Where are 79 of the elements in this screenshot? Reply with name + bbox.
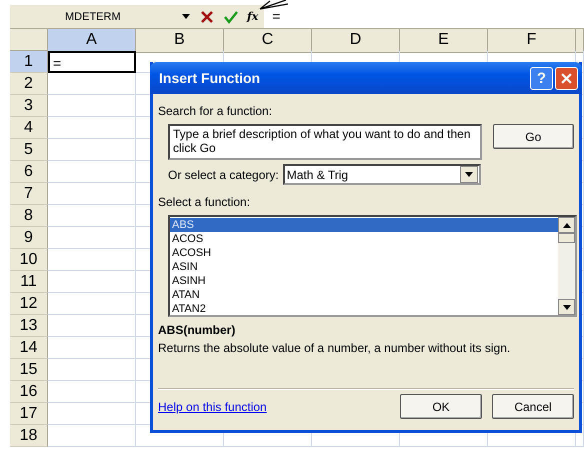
function-list-item[interactable]: ACOSH (170, 246, 558, 260)
spreadsheet-cell[interactable] (48, 139, 136, 161)
scroll-up-icon[interactable] (558, 217, 575, 233)
row-header[interactable]: 1 (10, 51, 48, 73)
row-header[interactable]: 11 (10, 271, 48, 293)
column-header[interactable]: E (400, 29, 488, 53)
insert-function-button[interactable]: fx (247, 10, 258, 23)
spreadsheet-cell[interactable] (48, 293, 136, 315)
scroll-thumb[interactable] (558, 233, 575, 243)
spreadsheet-cell[interactable] (48, 315, 136, 337)
cancel-button[interactable]: Cancel (492, 394, 574, 419)
function-list-item[interactable]: ACOS (170, 232, 558, 246)
go-button[interactable]: Go (492, 124, 574, 149)
spreadsheet-cell[interactable] (48, 271, 136, 293)
spreadsheet-cell[interactable] (48, 337, 136, 359)
row-header[interactable]: 4 (10, 117, 48, 139)
spreadsheet-cell[interactable] (48, 403, 136, 425)
spreadsheet-cell[interactable] (48, 425, 136, 447)
row-header[interactable]: 6 (10, 161, 48, 183)
row-header[interactable]: 10 (10, 249, 48, 271)
help-link[interactable]: Help on this function (158, 400, 390, 414)
spreadsheet-cell[interactable] (48, 359, 136, 381)
spreadsheet-cell[interactable] (48, 205, 136, 227)
close-icon (561, 72, 572, 84)
scrollbar[interactable] (558, 217, 575, 315)
spreadsheet-cell[interactable] (48, 95, 136, 117)
category-label: Or select a category: (168, 168, 279, 182)
function-list-item[interactable]: ASIN (170, 260, 558, 274)
function-signature: ABS(number) (158, 323, 236, 337)
column-header[interactable] (576, 29, 584, 53)
check-icon[interactable] (224, 10, 238, 24)
function-list-item[interactable]: ASINH (170, 274, 558, 288)
ok-button[interactable]: OK (400, 394, 482, 419)
row-header[interactable]: 14 (10, 337, 48, 359)
row-header[interactable]: 16 (10, 381, 48, 403)
function-list-item[interactable]: ATAN (170, 288, 558, 302)
row-header[interactable]: 13 (10, 315, 48, 337)
column-header[interactable]: C (224, 29, 312, 53)
row-header[interactable]: 15 (10, 359, 48, 381)
row-header[interactable]: 18 (10, 425, 48, 447)
category-dropdown[interactable]: Math & Trig (282, 164, 481, 185)
spreadsheet-cell[interactable] (48, 227, 136, 249)
search-label: Search for a function: (158, 104, 274, 118)
row-header[interactable]: 12 (10, 293, 48, 315)
function-list[interactable]: ABS ACOS ACOSH ASIN ASINH ATAN ATAN2 (168, 215, 577, 317)
close-button[interactable] (555, 66, 578, 90)
row-header[interactable]: 2 (10, 73, 48, 95)
column-header[interactable]: B (136, 29, 224, 53)
function-description: Returns the absolute value of a number, a number without its sign. (158, 341, 512, 355)
row-header[interactable]: 8 (10, 205, 48, 227)
column-header[interactable]: A (48, 29, 136, 53)
spreadsheet-cell[interactable] (48, 161, 136, 183)
function-list-label: Select a function: (158, 195, 252, 209)
spreadsheet-cell[interactable] (48, 381, 136, 403)
column-header[interactable]: F (488, 29, 576, 53)
row-header[interactable]: 17 (10, 403, 48, 425)
row-header[interactable]: 5 (10, 139, 48, 161)
cancel-icon[interactable] (200, 10, 214, 24)
select-all-corner[interactable] (10, 29, 48, 51)
dropdown-arrow-icon (464, 172, 473, 177)
formula-field[interactable]: = (264, 5, 584, 28)
row-header[interactable]: 9 (10, 227, 48, 249)
name-box[interactable]: MDETERM (10, 10, 170, 22)
search-field[interactable]: Type a brief description of what you want to do and then click Go (168, 124, 482, 160)
dialog-title: Insert Function (159, 70, 262, 86)
row-header[interactable]: 3 (10, 95, 48, 117)
column-header[interactable]: D (312, 29, 400, 53)
help-button[interactable]: ? (530, 66, 553, 90)
function-list-item[interactable]: ATAN2 (170, 302, 558, 316)
scroll-down-icon[interactable] (558, 299, 575, 315)
dropdown-caret-icon[interactable] (182, 14, 190, 19)
spreadsheet-cell[interactable]: = (48, 51, 136, 73)
arrow-icon (258, 0, 288, 12)
spreadsheet-cell[interactable] (48, 183, 136, 205)
row-header[interactable]: 7 (10, 183, 48, 205)
function-list-item[interactable]: ABS (170, 218, 558, 232)
spreadsheet-cell[interactable] (48, 249, 136, 271)
spreadsheet-cell[interactable] (48, 73, 136, 95)
spreadsheet-cell[interactable] (48, 117, 136, 139)
